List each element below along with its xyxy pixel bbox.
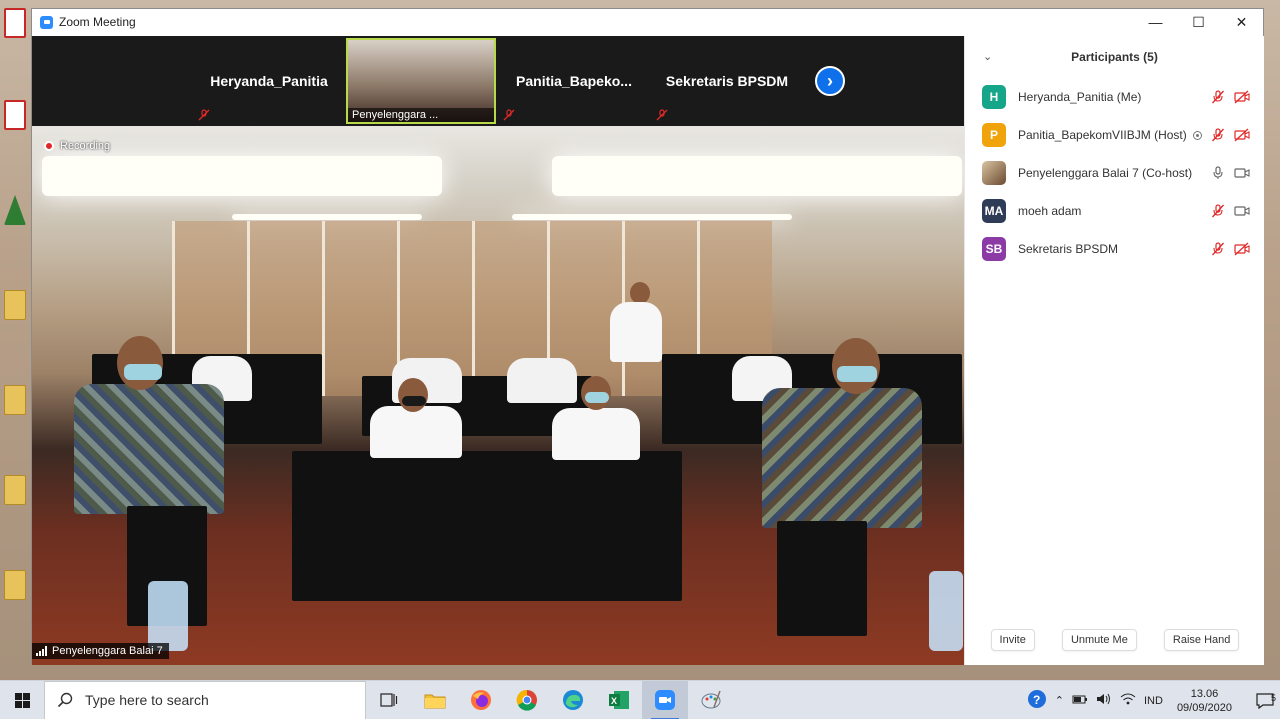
start-button[interactable] <box>0 681 44 719</box>
chevron-up-icon[interactable]: ⌃ <box>1055 694 1064 707</box>
participants-title: Participants (5) <box>1071 50 1158 64</box>
meeting-area: Heryanda_Panitia Penyelenggara ... Panit… <box>32 36 964 665</box>
video-tile[interactable]: Panitia_Bapeko... <box>499 38 649 124</box>
mic-muted-icon <box>1210 241 1226 257</box>
participants-footer: Invite Unmute Me Raise Hand <box>965 629 1265 651</box>
paint-app-icon[interactable] <box>688 681 734 719</box>
recording-indicator: Recording <box>44 140 110 152</box>
desktop-icon-pdf-2[interactable] <box>4 100 32 132</box>
participant-row[interactable]: Penyelenggara Balai 7 (Co-host) <box>965 154 1264 192</box>
chevron-right-icon[interactable]: › <box>815 66 845 96</box>
file-explorer-icon[interactable] <box>412 681 458 719</box>
participant-row[interactable]: P Panitia_BapekomVIIBJM (Host) <box>965 116 1264 154</box>
desktop-icon-folder-3[interactable] <box>4 475 32 507</box>
video-off-icon <box>1234 127 1250 143</box>
participants-panel: ⌄ Participants (5) H Heryanda_Panitia (Me… <box>964 36 1264 665</box>
tile-name: Penyelenggara ... <box>348 108 494 122</box>
avatar: P <box>982 123 1006 147</box>
notification-count: 5 <box>1270 692 1276 703</box>
video-tile[interactable]: Heryanda_Panitia <box>194 38 344 124</box>
video-icon <box>1234 203 1250 219</box>
battery-icon[interactable] <box>1072 693 1088 708</box>
edge-icon[interactable] <box>550 681 596 719</box>
windows-logo-icon <box>14 692 30 708</box>
system-tray: ? ⌃ IND 13.06 09/09/2020 5 <box>1027 681 1280 719</box>
maximize-button[interactable]: ☐ <box>1177 9 1220 35</box>
avatar <box>982 161 1006 185</box>
screen-share-indicator-icon <box>1193 130 1202 140</box>
window-title: Zoom Meeting <box>59 15 136 29</box>
help-icon[interactable]: ? <box>1027 689 1047 712</box>
participant-row[interactable]: H Heryanda_Panitia (Me) <box>965 78 1264 116</box>
active-speaker-tag: Penyelenggara Balai 7 <box>32 643 169 659</box>
participants-header: ⌄ Participants (5) <box>965 36 1264 78</box>
excel-icon[interactable]: X <box>596 681 642 719</box>
svg-text:?: ? <box>1033 693 1040 707</box>
search-placeholder: Type here to search <box>85 692 209 708</box>
desktop-icon-folder-4[interactable] <box>4 570 32 602</box>
zoom-taskbar-icon[interactable] <box>642 680 688 719</box>
mic-muted-icon <box>1210 127 1226 143</box>
clock-time: 13.06 <box>1190 687 1219 700</box>
desktop-icon-folder-1[interactable] <box>4 290 32 322</box>
minimize-button[interactable]: — <box>1134 9 1177 35</box>
desktop-icons <box>0 0 32 680</box>
desktop-icon-sma[interactable] <box>4 195 32 227</box>
video-off-icon <box>1234 241 1250 257</box>
wifi-icon[interactable] <box>1120 692 1136 709</box>
recording-label: Recording <box>60 140 111 152</box>
video-strip: Heryanda_Panitia Penyelenggara ... Panit… <box>32 36 964 126</box>
signal-strength-icon <box>36 646 47 656</box>
mic-muted-icon <box>1210 89 1226 105</box>
firefox-icon[interactable] <box>458 681 504 719</box>
participant-status-icons <box>1210 241 1250 257</box>
taskbar: Type here to search X ? ⌃ IND 13.06 09/0… <box>0 680 1280 719</box>
volume-icon[interactable] <box>1096 692 1112 709</box>
video-off-icon <box>1234 89 1250 105</box>
mic-muted-icon <box>503 109 515 121</box>
tile-name: Heryanda_Panitia <box>210 73 328 89</box>
avatar: H <box>982 85 1006 109</box>
main-video: Penyelenggara Balai 7 <box>32 126 964 665</box>
participant-status-icons <box>1210 203 1250 219</box>
clock[interactable]: 13.06 09/09/2020 <box>1177 687 1232 715</box>
tile-name: Panitia_Bapeko... <box>516 73 632 89</box>
record-icon <box>44 141 54 151</box>
svg-text:X: X <box>611 696 617 706</box>
participant-status-icons <box>1210 127 1250 143</box>
video-icon <box>1234 165 1250 181</box>
participant-row[interactable]: MA moeh adam <box>965 192 1264 230</box>
mic-muted-icon <box>1210 203 1226 219</box>
invite-button[interactable]: Invite <box>990 629 1035 651</box>
notification-center-icon[interactable]: 5 <box>1250 693 1280 709</box>
chrome-icon[interactable] <box>504 681 550 719</box>
participant-status-icons <box>1210 89 1250 105</box>
mic-icon <box>1210 165 1226 181</box>
desktop-icon-pdf-1[interactable] <box>4 8 32 40</box>
taskbar-search[interactable]: Type here to search <box>44 680 366 719</box>
mic-muted-icon <box>656 109 668 121</box>
participant-status-icons <box>1210 165 1250 181</box>
chevron-down-icon[interactable]: ⌄ <box>983 50 992 63</box>
zoom-app-icon <box>40 15 53 29</box>
desktop-icon-folder-2[interactable] <box>4 385 32 417</box>
mic-muted-icon <box>198 109 210 121</box>
unmute-me-button[interactable]: Unmute Me <box>1061 629 1137 651</box>
avatar: SB <box>982 237 1006 261</box>
search-icon <box>57 692 73 708</box>
title-bar: Zoom Meeting — ☐ ✕ <box>32 9 1263 35</box>
zoom-window: Zoom Meeting — ☐ ✕ Heryanda_Panitia Peny… <box>31 8 1264 665</box>
participants-list: H Heryanda_Panitia (Me) P Panitia_BapekomVI… <box>965 78 1264 268</box>
task-view-icon[interactable] <box>366 681 412 719</box>
video-tile[interactable]: Sekretaris BPSDM <box>652 38 802 124</box>
avatar: MA <box>982 199 1006 223</box>
close-button[interactable]: ✕ <box>1220 9 1263 35</box>
video-tile-active[interactable]: Penyelenggara ... <box>346 38 496 124</box>
language-indicator[interactable]: IND <box>1144 695 1163 707</box>
participant-row[interactable]: SB Sekretaris BPSDM <box>965 230 1264 268</box>
tile-name: Sekretaris BPSDM <box>665 73 789 89</box>
clock-date: 09/09/2020 <box>1176 701 1232 714</box>
speaker-name: Penyelenggara Balai 7 <box>52 645 163 657</box>
raise-hand-button[interactable]: Raise Hand <box>1163 629 1240 651</box>
